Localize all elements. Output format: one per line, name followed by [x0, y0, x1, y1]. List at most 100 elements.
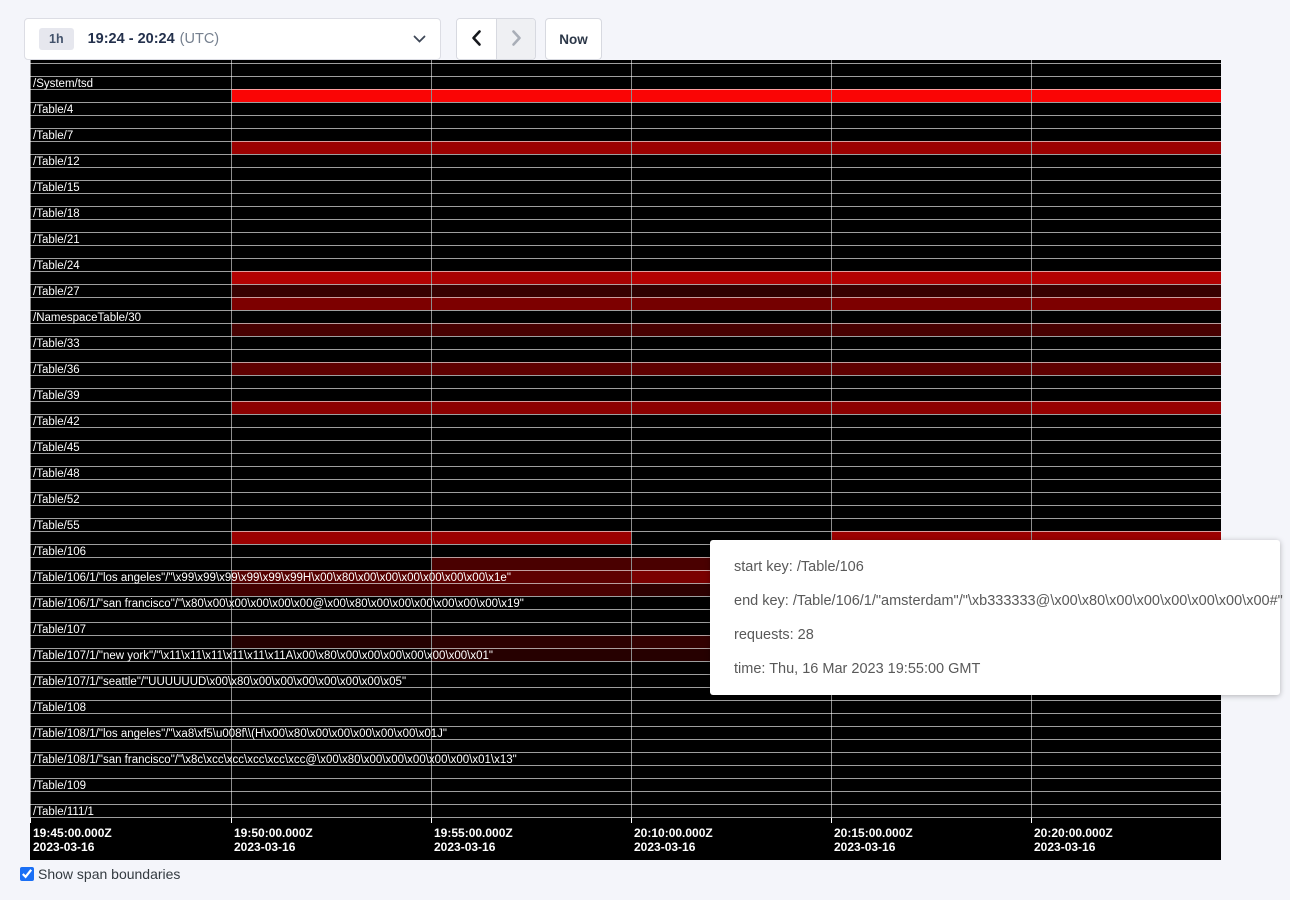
span-boundary-line — [30, 102, 1221, 103]
span-boundary-line — [30, 271, 1221, 272]
heat-cell[interactable] — [232, 271, 431, 284]
heat-cell[interactable] — [432, 323, 631, 336]
span-boundary-line — [30, 349, 1221, 350]
axis-tick — [30, 818, 31, 823]
heat-cell[interactable] — [832, 89, 1031, 102]
chevron-left-icon — [469, 29, 485, 50]
tooltip-end-key: end key: /Table/106/1/"amsterdam"/"\xb33… — [734, 584, 1266, 618]
chevron-down-icon — [413, 35, 426, 44]
span-boundary-line — [30, 76, 1221, 77]
key-span-label: /Table/107 — [33, 624, 86, 636]
heat-cell[interactable] — [432, 531, 631, 544]
span-boundary-line — [30, 310, 1221, 311]
span-boundary-line — [30, 297, 1221, 298]
heat-cell[interactable] — [432, 284, 631, 297]
key-span-label: /Table/45 — [33, 442, 80, 454]
heat-cell[interactable] — [432, 583, 631, 596]
heat-cell[interactable] — [232, 531, 431, 544]
heat-cell[interactable] — [632, 271, 831, 284]
heat-cell[interactable] — [1032, 401, 1221, 414]
key-span-label: /Table/107/1/"seattle"/"UUUUUUD\x00\x80\… — [33, 676, 406, 688]
span-boundary-line — [30, 284, 1221, 285]
time-bucket-line — [631, 60, 632, 821]
key-span-label: /Table/48 — [33, 468, 80, 480]
heat-cell[interactable] — [232, 362, 431, 375]
span-boundary-line — [30, 440, 1221, 441]
prev-range-button[interactable] — [457, 19, 496, 59]
axis-time-label: 19:55:00.000Z2023-03-16 — [434, 826, 513, 854]
heat-cell[interactable] — [232, 284, 431, 297]
heat-cell[interactable] — [1032, 141, 1221, 154]
heat-cell[interactable] — [1032, 362, 1221, 375]
heat-cell[interactable] — [832, 271, 1031, 284]
axis-tick — [1031, 818, 1032, 823]
heat-cell[interactable] — [232, 323, 431, 336]
heat-cell[interactable] — [1032, 89, 1221, 102]
key-span-label: /Table/111/1 — [33, 806, 94, 818]
key-span-label: /Table/24 — [33, 260, 80, 272]
span-boundary-line — [30, 778, 1221, 779]
heat-cell[interactable] — [832, 362, 1031, 375]
heat-cell[interactable] — [832, 141, 1031, 154]
heat-cell[interactable] — [632, 401, 831, 414]
range-duration-badge: 1h — [39, 28, 74, 50]
heat-cell[interactable] — [1032, 297, 1221, 310]
heat-cell[interactable] — [632, 89, 831, 102]
heat-cell[interactable] — [432, 635, 631, 648]
time-bucket-line — [231, 60, 232, 821]
heat-cell[interactable] — [232, 89, 431, 102]
heat-cell[interactable] — [432, 297, 631, 310]
axis-time-label: 20:20:00.000Z2023-03-16 — [1034, 826, 1113, 854]
heat-cell[interactable] — [432, 401, 631, 414]
span-boundary-line — [30, 245, 1221, 246]
heat-cell[interactable] — [1032, 271, 1221, 284]
heat-cell[interactable] — [632, 141, 831, 154]
key-span-label: /Table/39 — [33, 390, 80, 402]
span-boundary-line — [30, 128, 1221, 129]
show-span-boundaries-checkbox[interactable] — [20, 867, 34, 881]
heat-cell[interactable] — [232, 583, 431, 596]
key-visualizer-canvas[interactable]: /System/tsd/Table/4/Table/7/Table/12/Tab… — [30, 60, 1221, 860]
heat-cell[interactable] — [832, 323, 1031, 336]
heat-cell[interactable] — [432, 362, 631, 375]
heat-cell[interactable] — [632, 297, 831, 310]
heat-cell[interactable] — [1032, 323, 1221, 336]
heat-cell[interactable] — [432, 141, 631, 154]
key-span-label: /Table/108 — [33, 702, 86, 714]
axis-time-label: 19:45:00.000Z2023-03-16 — [33, 826, 112, 854]
span-boundary-line — [30, 414, 1221, 415]
heat-cell[interactable] — [832, 297, 1031, 310]
span-boundary-line — [30, 375, 1221, 376]
range-text: 19:24 - 20:24 — [88, 31, 175, 47]
heat-cell[interactable] — [432, 271, 631, 284]
heat-cell[interactable] — [232, 635, 431, 648]
heat-cell[interactable] — [432, 89, 631, 102]
span-boundary-line — [30, 323, 1221, 324]
key-span-label: /Table/52 — [33, 494, 80, 506]
heat-cell[interactable] — [632, 323, 831, 336]
span-boundary-line — [30, 713, 1221, 714]
time-range-selector[interactable]: 1h 19:24 - 20:24 (UTC) — [24, 18, 441, 60]
tooltip-start-key: start key: /Table/106 — [734, 550, 1266, 584]
now-button[interactable]: Now — [545, 18, 602, 60]
key-span-label: /Table/106/1/"san francisco"/"\x80\x00\x… — [33, 598, 524, 610]
heat-cell[interactable] — [232, 297, 431, 310]
heat-cell[interactable] — [1032, 284, 1221, 297]
heat-cell[interactable] — [432, 557, 631, 570]
next-range-button[interactable] — [496, 19, 535, 59]
heat-cell[interactable] — [632, 284, 831, 297]
span-boundary-line — [30, 154, 1221, 155]
span-boundary-line — [30, 453, 1221, 454]
axis-tick — [631, 818, 632, 823]
span-boundary-line — [30, 804, 1221, 805]
heat-cell[interactable] — [832, 401, 1031, 414]
hover-tooltip: start key: /Table/106 end key: /Table/10… — [710, 540, 1280, 695]
heat-cell[interactable] — [232, 141, 431, 154]
heat-cell[interactable] — [232, 401, 431, 414]
heat-cell[interactable] — [632, 362, 831, 375]
heat-cell[interactable] — [832, 284, 1031, 297]
show-span-boundaries-label: Show span boundaries — [38, 866, 180, 882]
key-span-label: /Table/12 — [33, 156, 80, 168]
span-boundary-line — [30, 362, 1221, 363]
span-boundary-line — [30, 531, 1221, 532]
